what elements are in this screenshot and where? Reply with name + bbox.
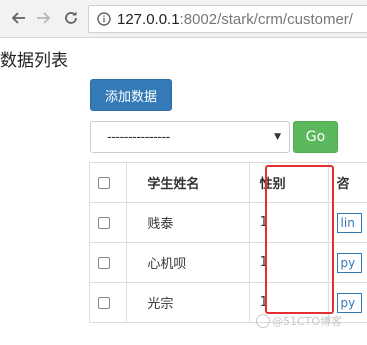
go-button[interactable]: Go (293, 121, 338, 153)
gender-text: 1 (259, 215, 268, 230)
arrow-right-icon (37, 12, 51, 24)
header-checkbox-cell (88, 162, 128, 203)
back-button[interactable] (8, 7, 30, 29)
header-name: 学生姓名 (126, 162, 250, 203)
row-checkbox[interactable] (98, 296, 110, 309)
reload-button[interactable] (60, 7, 82, 29)
row-checkbox-cell (88, 242, 128, 283)
source-cell: py (327, 242, 367, 283)
filter-select[interactable]: --------------- ▼ (90, 121, 290, 153)
watermark-text: @51CTO博客 (272, 315, 343, 328)
name-cell: 心机呗 (126, 242, 250, 283)
url-text: 127.0.0.1:8002/stark/crm/customer/ (117, 11, 353, 28)
name-cell: 光宗 (126, 282, 250, 323)
watermark-logo-icon (256, 314, 270, 328)
header-gender-label: 性别 (259, 177, 286, 192)
source-tag[interactable]: py (336, 252, 363, 273)
source-tag[interactable]: py (336, 292, 363, 313)
page-title: 数据列表 (0, 51, 68, 71)
row-checkbox[interactable] (98, 216, 110, 229)
source-cell: lin (327, 202, 367, 243)
watermark: @51CTO博客 (256, 313, 342, 329)
table-header-row: 学生姓名 性别 咨 (88, 162, 367, 203)
caret-down-icon: ▼ (274, 132, 281, 142)
gender-text: 1 (259, 295, 268, 310)
row-checkbox-cell (88, 282, 128, 323)
forward-button[interactable] (32, 7, 54, 29)
name-text: 心机呗 (147, 257, 187, 272)
browser-toolbar: 127.0.0.1:8002/stark/crm/customer/ (0, 0, 367, 38)
info-icon[interactable] (95, 10, 113, 28)
customer-table: 学生姓名 性别 咨 贱泰 1 lin 心机呗 1 py 光宗 1 py (88, 162, 367, 323)
reload-icon (65, 11, 77, 24)
select-all-checkbox[interactable] (98, 176, 110, 189)
header-source: 咨 (327, 162, 367, 203)
add-data-button[interactable]: 添加数据 (90, 79, 172, 111)
source-tag[interactable]: lin (336, 212, 362, 233)
table-row: 心机呗 1 py (88, 242, 367, 283)
name-cell: 贱泰 (126, 202, 250, 243)
name-text: 贱泰 (147, 217, 174, 232)
arrow-left-icon (11, 12, 25, 24)
header-gender: 性别 (248, 162, 329, 203)
address-bar[interactable]: 127.0.0.1:8002/stark/crm/customer/ (88, 5, 367, 33)
row-checkbox-cell (88, 202, 128, 243)
gender-text: 1 (259, 255, 268, 270)
header-source-label: 咨 (336, 177, 350, 192)
name-text: 光宗 (147, 297, 174, 312)
gender-cell: 1 (248, 242, 329, 283)
url-path: :8002/stark/crm/customer/ (179, 10, 353, 28)
filter-select-value: --------------- (107, 129, 170, 145)
header-name-label: 学生姓名 (147, 177, 200, 192)
url-host: 127.0.0.1 (117, 10, 180, 28)
row-checkbox[interactable] (98, 256, 110, 269)
gender-cell: 1 (248, 202, 329, 243)
table-row: 贱泰 1 lin (88, 202, 367, 243)
